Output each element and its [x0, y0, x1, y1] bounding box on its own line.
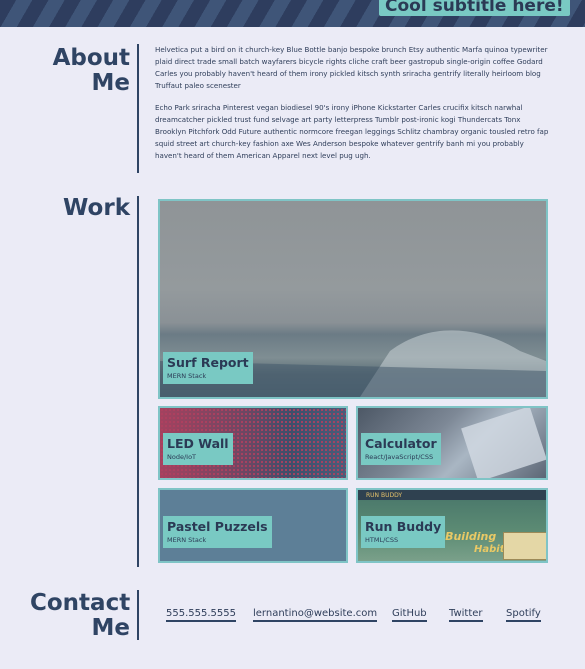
twitter-link[interactable]: Twitter: [449, 608, 483, 622]
project-stack: MERN Stack: [167, 372, 207, 380]
work-divider: [137, 196, 139, 567]
about-heading-line1: About: [52, 45, 130, 71]
email-link[interactable]: lernantino@website.com: [253, 608, 378, 622]
project-stack: React/JavaScript/CSS: [365, 453, 434, 461]
project-card-pastel-puzzels[interactable]: Pastel Puzzels MERN Stack: [158, 488, 348, 563]
project-stack: MERN Stack: [167, 536, 207, 544]
work-heading: Work: [63, 195, 130, 221]
pastel-puzzels-label: Pastel Puzzels MERN Stack: [163, 516, 272, 548]
about-paragraph-2: Echo Park sriracha Pinterest vegan biodi…: [155, 103, 549, 160]
run-buddy-logo-text: RUN BUDDY: [366, 492, 403, 499]
phone-link[interactable]: 555.555.5555: [166, 608, 236, 622]
calculator-label: Calculator React/JavaScript/CSS: [361, 433, 441, 465]
contact-heading: Contact Me: [30, 591, 130, 641]
project-stack: Node/IoT: [167, 453, 197, 461]
project-title: Pastel Puzzels: [167, 519, 268, 534]
github-link[interactable]: GitHub: [392, 608, 427, 622]
led-wall-label: LED Wall Node/IoT: [163, 433, 233, 465]
project-card-surf-report[interactable]: Surf Report MERN Stack: [158, 199, 548, 399]
project-title: Calculator: [365, 436, 437, 451]
header-subtitle: Cool subtitle here!: [379, 0, 570, 16]
contact-heading-line1: Contact: [30, 590, 131, 616]
contact-divider: [137, 590, 139, 640]
about-heading-line2: Me: [91, 70, 131, 96]
project-card-calculator[interactable]: Calculator React/JavaScript/CSS: [356, 406, 548, 480]
spotify-link[interactable]: Spotify: [506, 608, 541, 622]
about-heading: About Me: [40, 46, 130, 96]
about-text: Helvetica put a bird on it church-key Bl…: [155, 44, 550, 172]
project-stack: HTML/CSS: [365, 536, 399, 544]
project-title: Run Buddy: [365, 519, 442, 534]
project-title: LED Wall: [167, 436, 229, 451]
about-divider: [137, 44, 139, 173]
run-buddy-label: Run Buddy HTML/CSS: [361, 516, 446, 548]
surf-report-label: Surf Report MERN Stack: [163, 352, 253, 384]
contact-heading-line2: Me: [91, 615, 131, 641]
about-paragraph-1: Helvetica put a bird on it church-key Bl…: [155, 45, 548, 90]
project-title: Surf Report: [167, 355, 249, 370]
project-card-led-wall[interactable]: LED Wall Node/IoT: [158, 406, 348, 480]
project-card-run-buddy[interactable]: RUN BUDDY t Building Habits. Run Buddy H…: [356, 488, 548, 563]
